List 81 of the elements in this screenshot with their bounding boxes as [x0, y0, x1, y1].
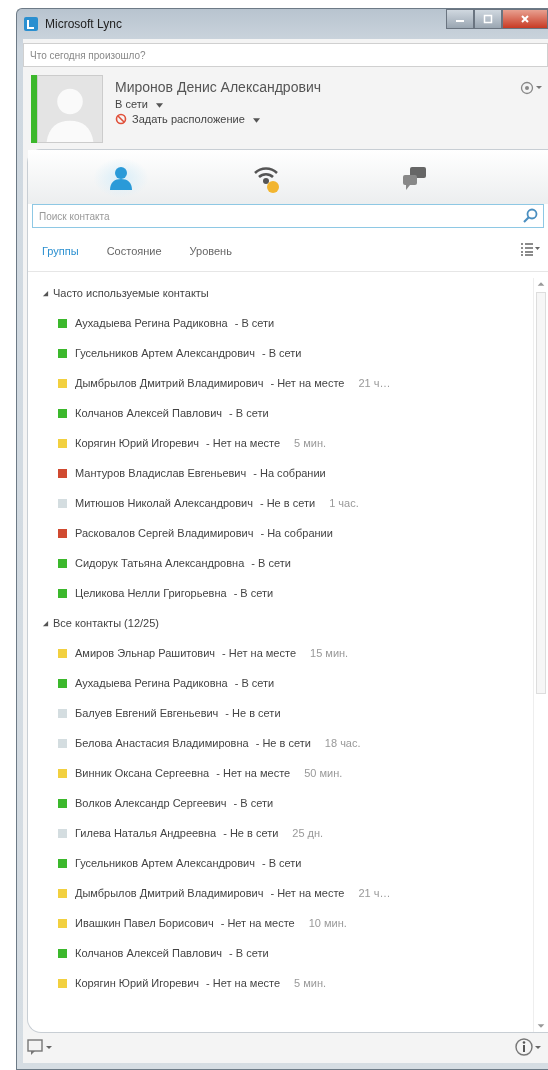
search-field[interactable]: Поиск контакта [32, 204, 544, 228]
scroll-down-icon[interactable] [536, 1022, 546, 1030]
search-icon [522, 208, 538, 224]
contact-name[interactable]: Аухадыева Регина Радиковна [75, 677, 228, 689]
list-options-button[interactable] [520, 242, 540, 259]
contact-name[interactable]: Мантуров Владислав Евгеньевич [75, 467, 247, 479]
contact-name[interactable]: Корягин Юрий Игоревич [75, 437, 200, 449]
contact-status: - В сети [233, 587, 274, 599]
close-button[interactable] [502, 9, 548, 29]
away-time: 25 дн. [292, 827, 324, 839]
contact-status: - Нет на месте [220, 917, 295, 929]
maximize-icon [483, 14, 493, 24]
contact-name[interactable]: Балуев Евгений Евгеньевич [75, 707, 219, 719]
contact-name[interactable]: Митюшов Николай Александрович [75, 497, 253, 509]
location-icon [115, 113, 127, 125]
avatar-icon [37, 75, 103, 143]
contact-status: - В сети [233, 797, 274, 809]
contact-status: - На собрании [260, 527, 333, 539]
scroll-up-icon[interactable] [536, 280, 546, 288]
contact-name[interactable]: Гусельников Артем Александрович [75, 857, 255, 869]
contact-name[interactable]: Белова Анастасия Владимировна [75, 737, 249, 749]
contact-status: - В сети [261, 857, 302, 869]
window-title: Microsoft Lync [45, 17, 122, 31]
away-time: 1 час. [329, 497, 359, 509]
presence-dropdown[interactable]: В сети [115, 98, 163, 110]
contact-name[interactable]: Гусельников Артем Александрович [75, 347, 255, 359]
contact-status: - Не в сети [223, 827, 279, 839]
minimize-button[interactable] [446, 9, 474, 29]
contact-name[interactable]: Расковалов Сергей Владимирович [75, 527, 254, 539]
contact-name[interactable]: Аухадыева Регина Радиковна [75, 317, 228, 329]
contact-name[interactable]: Корягин Юрий Игоревич [75, 977, 200, 989]
contact-status: - Нет на месте [270, 377, 345, 389]
view-tab[interactable]: Группы [42, 244, 79, 257]
contact-status: - Нет на месте [216, 767, 291, 779]
caret-icon [252, 117, 260, 123]
contact-name[interactable]: Сидорук Татьяна Александровна [75, 557, 245, 569]
away-time: 50 мин. [304, 767, 343, 779]
contact-name[interactable]: Амиров Эльнар Рашитович [75, 647, 216, 659]
location-dropdown[interactable]: Задать расположение [132, 113, 260, 125]
contact-status: - На собрании [253, 467, 326, 479]
close-icon [520, 14, 530, 24]
contact-status: - В сети [229, 407, 269, 419]
contact-status: - Нет на месте [222, 647, 297, 659]
status-note-field[interactable]: Что сегодня произошло? [23, 43, 548, 67]
contact-name[interactable]: Волков Александр Сергеевич [75, 797, 227, 809]
contact-status: - Нет на месте [206, 977, 281, 989]
contact-name[interactable]: Колчанов Алексей Павлович [75, 407, 223, 419]
maximize-button[interactable] [474, 9, 502, 29]
contact-status: - Не в сети [259, 497, 316, 509]
away-time: 18 час. [324, 737, 361, 749]
contact-status: - В сети [229, 947, 269, 959]
caret-icon [155, 102, 163, 108]
view-tab[interactable]: Состояние [106, 244, 162, 257]
contact-status: - В сети [261, 347, 302, 359]
away-time: 10 мин. [308, 917, 347, 929]
view-tab[interactable]: Уровень [189, 244, 232, 257]
group-header[interactable]: Часто используемые контакты [53, 287, 209, 299]
contact-status: - Не в сети [255, 737, 311, 749]
contact-name[interactable]: Дымбрылов Дмитрий Владимирович [75, 377, 264, 389]
expand-icon[interactable] [42, 289, 49, 297]
contact-name[interactable]: Колчанов Алексей Павлович [75, 947, 223, 959]
away-time: 15 мин. [310, 647, 349, 659]
user-name: Миронов Денис Александрович [115, 79, 322, 95]
contact-status: - В сети [234, 317, 275, 329]
contact-status: - Не в сети [225, 707, 281, 719]
contact-status: - В сети [251, 557, 291, 569]
group-header[interactable]: Все контакты (12/25) [53, 617, 159, 629]
away-time: 5 мин. [294, 437, 327, 449]
away-time: 21 ч… [358, 887, 391, 899]
contact-status: - В сети [234, 677, 275, 689]
contact-name[interactable]: Целикова Нелли Григорьевна [75, 587, 227, 599]
away-time: 5 мин. [294, 977, 327, 989]
contact-name[interactable]: Гилева Наталья Андреевна [75, 827, 217, 839]
contact-name[interactable]: Ивашкин Павел Борисович [75, 917, 214, 929]
expand-icon[interactable] [42, 619, 49, 627]
away-time: 21 ч… [358, 377, 391, 389]
contact-status: - Нет на месте [206, 437, 281, 449]
contact-name[interactable]: Винник Оксана Сергеевна [75, 767, 210, 779]
contact-status: - Нет на месте [270, 887, 345, 899]
app-icon [23, 16, 39, 32]
contact-name[interactable]: Дымбрылов Дмитрий Владимирович [75, 887, 264, 899]
